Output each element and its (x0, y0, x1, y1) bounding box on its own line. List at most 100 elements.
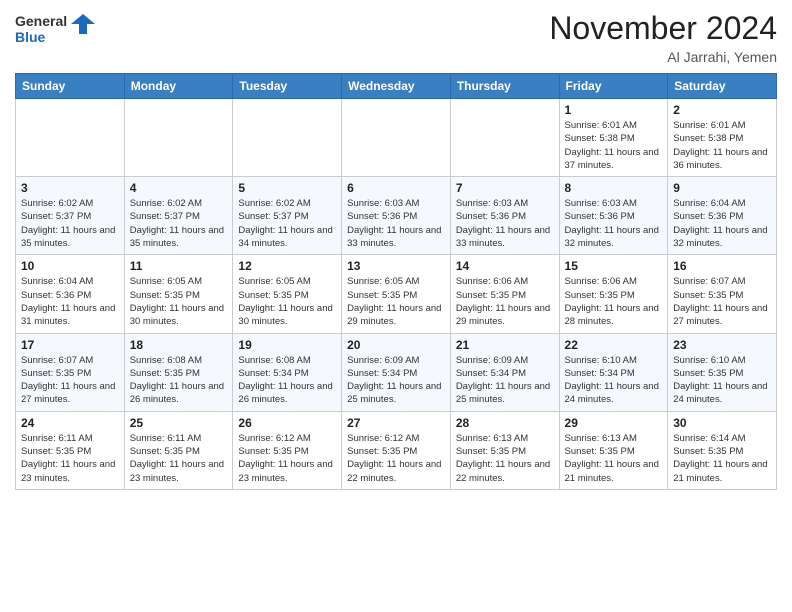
day-number: 5 (238, 181, 336, 195)
day-info: Sunrise: 6:05 AM Sunset: 5:35 PM Dayligh… (238, 275, 336, 328)
day-info: Sunrise: 6:03 AM Sunset: 5:36 PM Dayligh… (347, 197, 445, 250)
day-number: 18 (130, 338, 228, 352)
calendar-table: SundayMondayTuesdayWednesdayThursdayFrid… (15, 73, 777, 490)
day-info: Sunrise: 6:08 AM Sunset: 5:34 PM Dayligh… (238, 354, 336, 407)
day-info: Sunrise: 6:06 AM Sunset: 5:35 PM Dayligh… (565, 275, 663, 328)
weekday-header-friday: Friday (559, 74, 668, 99)
day-number: 9 (673, 181, 771, 195)
day-number: 17 (21, 338, 119, 352)
day-number: 22 (565, 338, 663, 352)
day-info: Sunrise: 6:12 AM Sunset: 5:35 PM Dayligh… (347, 432, 445, 485)
calendar-cell: 10 Sunrise: 6:04 AM Sunset: 5:36 PM Dayli… (16, 255, 125, 333)
day-info: Sunrise: 6:09 AM Sunset: 5:34 PM Dayligh… (347, 354, 445, 407)
day-info: Sunrise: 6:01 AM Sunset: 5:38 PM Dayligh… (565, 119, 663, 172)
calendar-cell: 19 Sunrise: 6:08 AM Sunset: 5:34 PM Dayli… (233, 333, 342, 411)
header: General Blue November 2024 Al Jarrahi, Y… (15, 10, 777, 65)
logo-svg: General Blue (15, 10, 95, 48)
day-number: 27 (347, 416, 445, 430)
day-number: 30 (673, 416, 771, 430)
day-number: 19 (238, 338, 336, 352)
calendar-cell: 26 Sunrise: 6:12 AM Sunset: 5:35 PM Dayli… (233, 411, 342, 489)
logo-area: General Blue (15, 10, 95, 53)
day-info: Sunrise: 6:11 AM Sunset: 5:35 PM Dayligh… (130, 432, 228, 485)
calendar-cell: 2 Sunrise: 6:01 AM Sunset: 5:38 PM Daylig… (668, 99, 777, 177)
day-info: Sunrise: 6:02 AM Sunset: 5:37 PM Dayligh… (238, 197, 336, 250)
day-number: 25 (130, 416, 228, 430)
day-info: Sunrise: 6:13 AM Sunset: 5:35 PM Dayligh… (565, 432, 663, 485)
day-number: 16 (673, 259, 771, 273)
day-info: Sunrise: 6:07 AM Sunset: 5:35 PM Dayligh… (673, 275, 771, 328)
day-number: 14 (456, 259, 554, 273)
day-number: 29 (565, 416, 663, 430)
weekday-header-thursday: Thursday (450, 74, 559, 99)
calendar-cell: 30 Sunrise: 6:14 AM Sunset: 5:35 PM Dayli… (668, 411, 777, 489)
svg-text:General: General (15, 13, 67, 29)
day-info: Sunrise: 6:12 AM Sunset: 5:35 PM Dayligh… (238, 432, 336, 485)
day-info: Sunrise: 6:01 AM Sunset: 5:38 PM Dayligh… (673, 119, 771, 172)
day-info: Sunrise: 6:13 AM Sunset: 5:35 PM Dayligh… (456, 432, 554, 485)
day-info: Sunrise: 6:05 AM Sunset: 5:35 PM Dayligh… (130, 275, 228, 328)
calendar-cell: 16 Sunrise: 6:07 AM Sunset: 5:35 PM Dayli… (668, 255, 777, 333)
day-info: Sunrise: 6:09 AM Sunset: 5:34 PM Dayligh… (456, 354, 554, 407)
calendar-week-5: 24 Sunrise: 6:11 AM Sunset: 5:35 PM Dayli… (16, 411, 777, 489)
day-info: Sunrise: 6:10 AM Sunset: 5:35 PM Dayligh… (673, 354, 771, 407)
calendar-cell: 11 Sunrise: 6:05 AM Sunset: 5:35 PM Dayli… (124, 255, 233, 333)
calendar-week-3: 10 Sunrise: 6:04 AM Sunset: 5:36 PM Dayli… (16, 255, 777, 333)
calendar-cell: 27 Sunrise: 6:12 AM Sunset: 5:35 PM Dayli… (342, 411, 451, 489)
day-number: 20 (347, 338, 445, 352)
calendar-cell: 25 Sunrise: 6:11 AM Sunset: 5:35 PM Dayli… (124, 411, 233, 489)
day-number: 13 (347, 259, 445, 273)
day-info: Sunrise: 6:10 AM Sunset: 5:34 PM Dayligh… (565, 354, 663, 407)
day-number: 10 (21, 259, 119, 273)
day-number: 15 (565, 259, 663, 273)
calendar-cell: 6 Sunrise: 6:03 AM Sunset: 5:36 PM Daylig… (342, 177, 451, 255)
day-info: Sunrise: 6:11 AM Sunset: 5:35 PM Dayligh… (21, 432, 119, 485)
day-number: 11 (130, 259, 228, 273)
day-info: Sunrise: 6:08 AM Sunset: 5:35 PM Dayligh… (130, 354, 228, 407)
day-number: 7 (456, 181, 554, 195)
calendar-cell: 12 Sunrise: 6:05 AM Sunset: 5:35 PM Dayli… (233, 255, 342, 333)
day-number: 26 (238, 416, 336, 430)
day-number: 4 (130, 181, 228, 195)
day-info: Sunrise: 6:03 AM Sunset: 5:36 PM Dayligh… (456, 197, 554, 250)
calendar-cell: 3 Sunrise: 6:02 AM Sunset: 5:37 PM Daylig… (16, 177, 125, 255)
calendar-cell: 9 Sunrise: 6:04 AM Sunset: 5:36 PM Daylig… (668, 177, 777, 255)
calendar-cell: 7 Sunrise: 6:03 AM Sunset: 5:36 PM Daylig… (450, 177, 559, 255)
day-number: 24 (21, 416, 119, 430)
day-number: 3 (21, 181, 119, 195)
day-number: 28 (456, 416, 554, 430)
day-info: Sunrise: 6:03 AM Sunset: 5:36 PM Dayligh… (565, 197, 663, 250)
calendar-cell: 22 Sunrise: 6:10 AM Sunset: 5:34 PM Dayli… (559, 333, 668, 411)
calendar-cell: 24 Sunrise: 6:11 AM Sunset: 5:35 PM Dayli… (16, 411, 125, 489)
location-title: Al Jarrahi, Yemen (549, 49, 777, 65)
svg-text:Blue: Blue (15, 29, 46, 45)
day-number: 1 (565, 103, 663, 117)
calendar-week-4: 17 Sunrise: 6:07 AM Sunset: 5:35 PM Dayli… (16, 333, 777, 411)
calendar-week-2: 3 Sunrise: 6:02 AM Sunset: 5:37 PM Daylig… (16, 177, 777, 255)
calendar-cell: 18 Sunrise: 6:08 AM Sunset: 5:35 PM Dayli… (124, 333, 233, 411)
day-info: Sunrise: 6:05 AM Sunset: 5:35 PM Dayligh… (347, 275, 445, 328)
weekday-header-wednesday: Wednesday (342, 74, 451, 99)
day-number: 21 (456, 338, 554, 352)
calendar-body: 1 Sunrise: 6:01 AM Sunset: 5:38 PM Daylig… (16, 99, 777, 490)
day-info: Sunrise: 6:04 AM Sunset: 5:36 PM Dayligh… (21, 275, 119, 328)
calendar-cell: 4 Sunrise: 6:02 AM Sunset: 5:37 PM Daylig… (124, 177, 233, 255)
day-info: Sunrise: 6:07 AM Sunset: 5:35 PM Dayligh… (21, 354, 119, 407)
day-info: Sunrise: 6:04 AM Sunset: 5:36 PM Dayligh… (673, 197, 771, 250)
weekday-header-row: SundayMondayTuesdayWednesdayThursdayFrid… (16, 74, 777, 99)
day-number: 6 (347, 181, 445, 195)
day-info: Sunrise: 6:02 AM Sunset: 5:37 PM Dayligh… (130, 197, 228, 250)
calendar-cell: 5 Sunrise: 6:02 AM Sunset: 5:37 PM Daylig… (233, 177, 342, 255)
calendar-cell: 29 Sunrise: 6:13 AM Sunset: 5:35 PM Dayli… (559, 411, 668, 489)
calendar-cell: 23Sunrise: 6:10 AM Sunset: 5:35 PM Dayli… (668, 333, 777, 411)
calendar-cell (342, 99, 451, 177)
day-number: 2 (673, 103, 771, 117)
day-info: Sunrise: 6:14 AM Sunset: 5:35 PM Dayligh… (673, 432, 771, 485)
month-title: November 2024 (549, 10, 777, 47)
day-info: Sunrise: 6:02 AM Sunset: 5:37 PM Dayligh… (21, 197, 119, 250)
day-number: 12 (238, 259, 336, 273)
weekday-header-monday: Monday (124, 74, 233, 99)
calendar-cell: 14Sunrise: 6:06 AM Sunset: 5:35 PM Dayli… (450, 255, 559, 333)
calendar-cell: 21 Sunrise: 6:09 AM Sunset: 5:34 PM Dayli… (450, 333, 559, 411)
calendar-cell: 20 Sunrise: 6:09 AM Sunset: 5:34 PM Dayli… (342, 333, 451, 411)
